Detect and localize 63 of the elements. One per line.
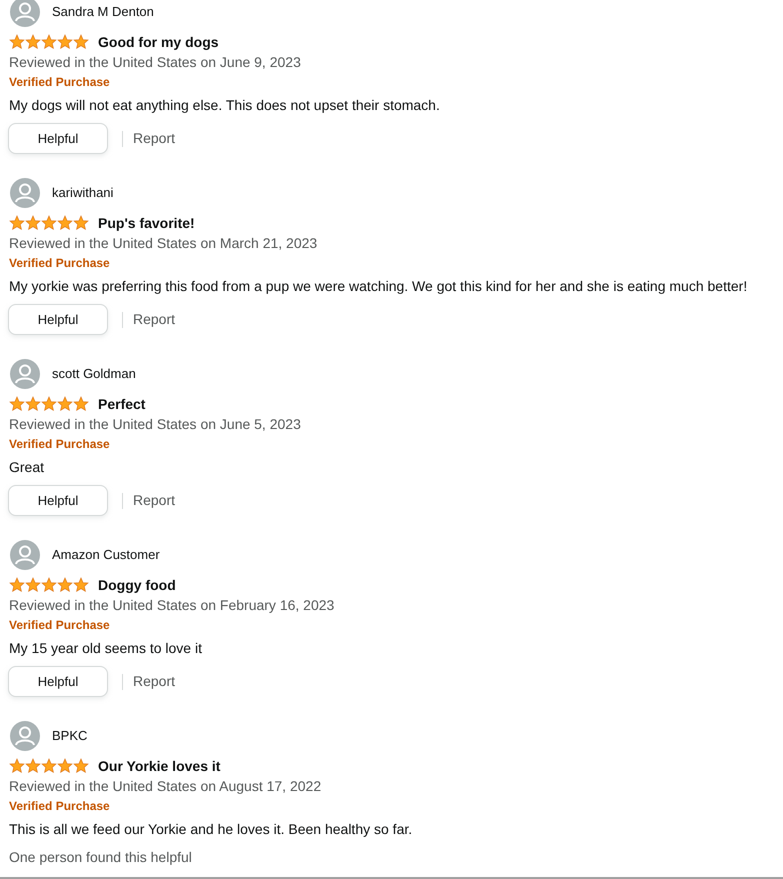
- verified-purchase-label: Verified Purchase: [9, 436, 110, 453]
- star-icon: [25, 34, 41, 50]
- review-date: Reviewed in the United States on June 5, 2023: [9, 414, 301, 434]
- reviewer-name: kariwithani: [52, 184, 114, 202]
- review-title[interactable]: Our Yorkie loves it: [98, 756, 220, 776]
- reviewer-name: Amazon Customer: [52, 546, 160, 564]
- report-link[interactable]: Report: [133, 128, 176, 149]
- star-icon: [57, 577, 73, 593]
- star-icon: [25, 396, 41, 412]
- review-text: My dogs will not eat anything else. This does not upset their stomach.: [9, 96, 440, 115]
- review-title[interactable]: Perfect: [98, 394, 146, 414]
- verified-purchase-label: Verified Purchase: [9, 798, 110, 815]
- star-icon: [41, 215, 57, 231]
- star-icon: [25, 215, 41, 231]
- review-text: My 15 year old seems to love it: [9, 638, 202, 658]
- star-icon: [73, 396, 89, 412]
- avatar-icon: [10, 178, 40, 208]
- verified-purchase-label: Verified Purchase: [9, 255, 110, 272]
- helpful-count: One person found this helpful: [9, 848, 192, 867]
- star-icon: [57, 396, 73, 412]
- star-icon: [9, 577, 25, 593]
- star-icon: [41, 34, 57, 50]
- review-title[interactable]: Good for my dogs: [98, 32, 219, 52]
- avatar-icon: [10, 359, 40, 389]
- star-icon: [9, 34, 25, 50]
- star-icon: [41, 577, 57, 593]
- review-date: Reviewed in the United States on February 16, 2023: [9, 596, 334, 615]
- reviewer-name: Sandra M Denton: [52, 3, 154, 22]
- star-icon: [9, 215, 25, 231]
- verified-purchase-label: Verified Purchase: [9, 74, 110, 91]
- star-icon: [41, 396, 57, 412]
- star-icon: [73, 577, 89, 593]
- star-icon: [73, 758, 89, 774]
- star-icon: [25, 577, 41, 593]
- avatar-icon: [10, 721, 40, 751]
- star-icon: [9, 758, 25, 774]
- star-icon: [57, 34, 73, 50]
- star-icon: [41, 758, 57, 774]
- review-date: Reviewed in the United States on August 17, 2022: [9, 776, 322, 796]
- star-icon: [73, 215, 89, 231]
- helpful-button[interactable]: Helpful: [8, 304, 108, 335]
- report-link[interactable]: Report: [133, 490, 176, 511]
- report-link[interactable]: Report: [133, 671, 176, 692]
- review-text: Great: [9, 458, 44, 476]
- review-date: Reviewed in the United States on March 21, 2023: [9, 234, 318, 252]
- review-title[interactable]: Doggy food: [98, 574, 176, 596]
- star-icon: [57, 215, 73, 231]
- star-icon: [9, 396, 25, 412]
- reviewer-name: scott Goldman: [52, 365, 136, 384]
- helpful-button[interactable]: Helpful: [8, 666, 108, 697]
- report-link[interactable]: Report: [133, 309, 176, 330]
- review-date: Reviewed in the United States on June 9, 2023: [9, 52, 301, 72]
- reviewer-name: BPKC: [52, 727, 88, 746]
- helpful-button[interactable]: Helpful: [8, 485, 108, 516]
- star-icon: [57, 758, 73, 774]
- verified-purchase-label: Verified Purchase: [9, 617, 110, 634]
- helpful-button[interactable]: Helpful: [8, 123, 108, 154]
- avatar-icon: [10, 540, 40, 570]
- review-title[interactable]: Pup's favorite!: [98, 212, 195, 234]
- review-text: My yorkie was preferring this food from a pup we were watching. We got this kind for her and she is eating much better!: [9, 276, 748, 296]
- star-icon: [73, 34, 89, 50]
- star-icon: [25, 758, 41, 774]
- review-text: This is all we feed our Yorkie and he loves it. Been healthy so far.: [9, 820, 412, 839]
